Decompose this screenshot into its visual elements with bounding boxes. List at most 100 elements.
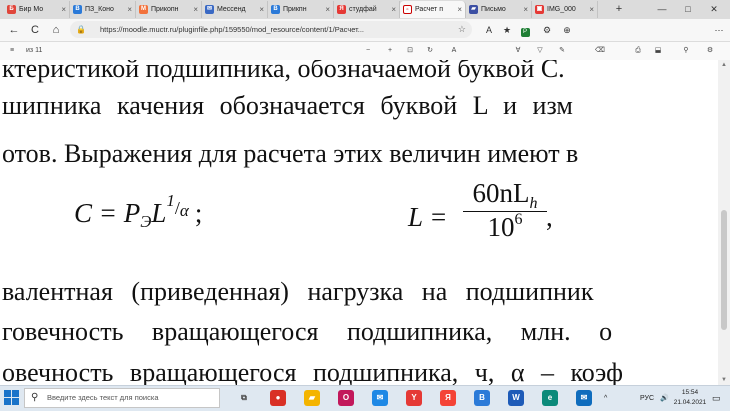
browser-tab[interactable]: В ПЗ_Коно × [70,1,136,18]
favorites-icon[interactable]: ★ [500,22,514,38]
app-icon: Б [7,5,16,14]
taskbar-yandex-icon[interactable]: Y [406,390,422,406]
address-bar: ← C ⌂ 🔒 https://moodle.muctr.ru/pluginfi… [0,19,730,42]
doc-text-line: валентная (приведенная) нагрузка на подш… [2,277,594,306]
close-tab-icon[interactable]: × [388,5,396,14]
browser-tab[interactable]: ▫ Расчет п × [400,1,466,18]
tray-overflow-arrow[interactable]: ^ [604,386,607,411]
start-windows-icon[interactable] [4,390,20,406]
taskbar-word-icon[interactable]: W [508,390,524,406]
collections-icon[interactable]: ⊕ [560,22,574,38]
browser-tab[interactable]: ✉ Мессенд × [202,1,268,18]
doc-text-line: говечность вращающегося подшипника, млн.… [2,317,613,346]
pin-toolbar-icon[interactable]: ⚙ [704,42,716,60]
taskbar-file-explorer-icon[interactable]: ▰ [304,390,320,406]
pdf-toolbar: ≡ из 11 − + ⊡ ↻ A ∀ ▽ ✎ ⌫ ⎙ ⬓ ⚲ ⚙ [0,42,730,61]
page-indicator[interactable]: из 11 [26,42,66,60]
taskbar-task-view-icon[interactable]: ⧉ [236,390,252,406]
search-icon: ⚲ [31,392,39,403]
doc-text-line: овечность вращающегося подшипника, ч, α … [2,358,623,385]
browser-tab[interactable]: В Прикпн × [268,1,334,18]
browser-tab[interactable]: M Прикопн × [136,1,202,18]
minimize-button[interactable]: — [652,0,672,19]
tab-label: Бир Мо [19,6,44,13]
contents-menu-icon[interactable]: ≡ [6,42,18,60]
clock[interactable]: 15:54 21.04.2021 [672,388,708,408]
moodle-icon: M [139,5,148,14]
formula-l-fraction: 60nLh 106 [460,178,550,243]
close-tab-icon[interactable]: × [58,5,66,14]
filter-icon[interactable]: ▽ [534,42,546,60]
search-pdf-icon[interactable]: ⚲ [680,42,692,60]
volume-icon[interactable]: 🔊 [660,386,669,411]
yandex-icon: Я [337,5,346,14]
zoom-in-button[interactable]: + [384,42,396,60]
fit-page-icon[interactable]: ⊡ [404,42,416,60]
clock-date: 21.04.2021 [673,399,707,406]
pdf-icon: ▫ [403,5,412,14]
save-icon[interactable]: ⬓ [652,42,664,60]
taskbar-outlook-icon[interactable]: ✉ [576,390,592,406]
home-button[interactable]: ⌂ [48,22,64,38]
highlight-icon[interactable]: ∀ [512,42,524,60]
messenger-icon: ✉ [205,5,214,14]
close-tab-icon[interactable]: × [190,5,198,14]
extension-icon[interactable]: P [518,22,532,38]
taskbar-search-input[interactable]: ⚲ Введите здесь текст для поиска [24,388,220,408]
draw-icon[interactable]: ✎ [556,42,568,60]
clock-time: 15:54 [681,389,699,396]
url-field[interactable]: 🔒 https://moodle.muctr.ru/pluginfile.php… [70,21,472,38]
browser-tab[interactable]: ▣ IMG_000 × [532,1,598,18]
browser-tab[interactable]: ▰ Письмо × [466,1,532,18]
tab-label: Расчет п [415,6,443,13]
notification-icon[interactable]: ▭ [712,386,721,411]
erase-icon[interactable]: ⌫ [594,42,606,60]
close-window-button[interactable]: ✕ [704,0,724,19]
taskbar-yandex-browser-icon[interactable]: Я [440,390,456,406]
scrollbar-thumb[interactable] [721,210,727,330]
vk-icon: В [73,5,82,14]
more-menu-icon[interactable]: ⋯ [712,22,726,38]
read-aloud-pdf-icon[interactable]: A [448,42,460,60]
formula-c: C = PЭL1/α; [74,191,203,231]
browser-tab[interactable]: Ястудфай × [334,1,400,18]
print-icon[interactable]: ⎙ [632,42,644,60]
formula-l: L = [408,202,448,232]
refresh-button[interactable]: C [27,22,43,38]
language-indicator[interactable]: РУС [640,386,654,411]
doc-text-line: ктеристикой подшипника, обозначаемой бук… [2,60,565,83]
tab-label: студфай [349,6,377,13]
vk-icon: В [271,5,280,14]
settings-icon[interactable]: ⚙ [540,22,554,38]
tab-label: IMG_000 [547,6,576,13]
browser-tab[interactable]: Б Бир Мо × [4,1,70,18]
close-tab-icon[interactable]: × [322,5,330,14]
close-tab-icon[interactable]: × [124,5,132,14]
taskbar-chrome-icon[interactable]: ● [270,390,286,406]
formula-l-end: , [546,202,553,232]
taskbar-edge-icon[interactable]: e [542,390,558,406]
taskbar-mail-icon[interactable]: ✉ [372,390,388,406]
tab-label: ПЗ_Коно [85,6,114,13]
pdf-document: ктеристикой подшипника, обозначаемой бук… [0,60,718,385]
taskbar-vk-icon[interactable]: B [474,390,490,406]
read-aloud-icon[interactable]: A [482,22,496,38]
close-tab-icon[interactable]: × [256,5,264,14]
tab-label: Прикпн [283,6,307,13]
scroll-up-arrow[interactable]: ▲ [718,62,730,68]
new-tab-button[interactable]: + [612,1,626,18]
vertical-scrollbar[interactable]: ▲ ▼ [718,60,730,385]
lock-icon: 🔒 [76,25,86,34]
back-button[interactable]: ← [6,22,22,38]
maximize-button[interactable]: □ [678,0,698,19]
zoom-out-button[interactable]: − [362,42,374,60]
close-tab-icon[interactable]: × [586,5,594,14]
favorite-star-icon[interactable]: ☆ [458,21,466,38]
close-tab-icon[interactable]: × [520,5,528,14]
taskbar-opera-icon[interactable]: O [338,390,354,406]
tab-label: Мессенд [217,6,246,13]
scroll-down-arrow[interactable]: ▼ [718,377,730,383]
rotate-icon[interactable]: ↻ [424,42,436,60]
close-tab-icon[interactable]: × [454,5,462,14]
tab-label: Письмо [481,6,506,13]
